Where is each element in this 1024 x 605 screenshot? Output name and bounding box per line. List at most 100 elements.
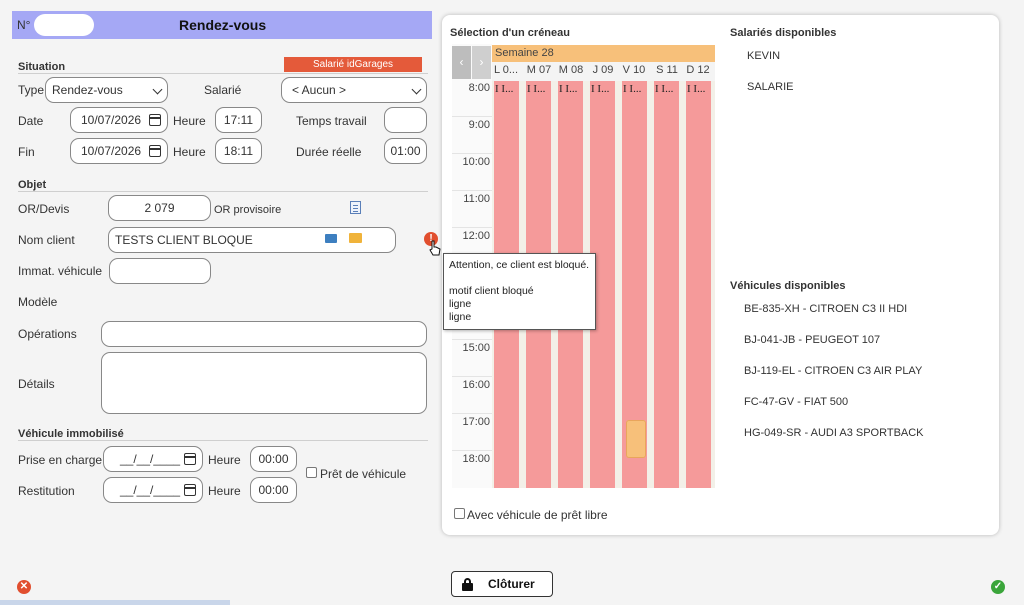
salarie-item[interactable]: SALARIE — [747, 81, 793, 93]
fin-heure-label: Heure — [173, 145, 206, 159]
tooltip-line: ligne — [449, 298, 472, 310]
document-icon[interactable] — [350, 201, 361, 214]
section-immobilise: Véhicule immobilisé — [18, 428, 124, 440]
vehicule-item[interactable]: HG-049-SR - AUDI A3 SPORTBACK — [744, 427, 924, 439]
chevron-down-icon — [152, 84, 163, 95]
number-field[interactable] — [34, 14, 94, 36]
calendar-icon[interactable] — [184, 484, 196, 496]
slot-label-tue[interactable]: I I... — [527, 82, 545, 96]
slot-label-sat[interactable]: I I... — [655, 82, 673, 96]
hour-label: 8:00 — [468, 82, 490, 94]
day-label-thu: J 09 — [592, 64, 614, 76]
calendar-title: Sélection d'un créneau — [450, 27, 570, 39]
temps-travail-label: Temps travail — [296, 114, 367, 128]
slot-label-wed[interactable]: I I... — [559, 82, 577, 96]
slot-label-mon[interactable]: I I... — [495, 82, 513, 96]
day-label-sun: D 12 — [686, 64, 710, 76]
salarie-label: Salarié — [204, 83, 242, 97]
date-time-field[interactable]: 17:11 — [215, 107, 262, 133]
operations-field[interactable] — [101, 321, 427, 347]
selected-slot[interactable] — [626, 420, 646, 458]
restitution-heure-label: Heure — [208, 484, 241, 498]
lock-icon — [462, 578, 473, 591]
section-objet: Objet — [18, 179, 47, 191]
client-folder-icon[interactable] — [349, 233, 362, 243]
hour-line — [452, 413, 492, 414]
date-field[interactable]: 10/07/2026 — [70, 107, 168, 133]
hour-line — [452, 153, 492, 154]
nom-client-label: Nom client — [18, 233, 75, 247]
immat-field[interactable] — [109, 258, 211, 284]
day-label-tue: M 07 — [526, 64, 552, 76]
duree-reelle-field[interactable]: 01:00 — [384, 138, 427, 164]
cursor-hand-icon — [429, 240, 441, 256]
vehicule-item[interactable]: BJ-041-JB - PEUGEOT 107 — [744, 334, 880, 346]
pret-vehicule-checkbox[interactable] — [306, 467, 317, 478]
salarie-item[interactable]: KEVIN — [747, 50, 780, 62]
day-column-sun[interactable] — [686, 81, 711, 488]
chevron-down-icon — [411, 84, 422, 95]
blocked-client-tooltip: Attention, ce client est bloqué. motif c… — [443, 253, 596, 330]
pret-libre-checkbox[interactable] — [454, 508, 465, 519]
client-card-icon[interactable] — [325, 234, 337, 243]
vehicule-item[interactable]: BE-835-XH - CITROEN C3 II HDI — [744, 303, 907, 315]
vehicule-item[interactable]: BJ-119-EL - CITROEN C3 AIR PLAY — [744, 365, 922, 377]
hour-line — [452, 227, 492, 228]
week-header: Semaine 28 — [492, 45, 715, 62]
hour-line — [452, 450, 492, 451]
pret-vehicule-label: Prêt de véhicule — [320, 467, 407, 481]
day-column-sat[interactable] — [654, 81, 679, 488]
next-week-button[interactable]: › — [472, 46, 491, 79]
operations-label: Opérations — [18, 327, 77, 341]
prev-week-button[interactable]: ‹ — [452, 46, 471, 79]
prise-date-field[interactable]: __/__/____ — [103, 446, 203, 472]
or-devis-label: OR/Devis — [18, 202, 70, 216]
hour-line — [452, 376, 492, 377]
hour-label: 9:00 — [468, 119, 490, 131]
fin-label: Fin — [18, 145, 35, 159]
tooltip-line: ligne — [449, 311, 472, 323]
day-label-wed: M 08 — [558, 64, 584, 76]
immat-label: Immat. véhicule — [18, 264, 103, 278]
hour-line — [452, 339, 492, 340]
fin-date-field[interactable]: 10/07/2026 — [70, 138, 168, 164]
form-title: Rendez-vous — [179, 17, 267, 33]
salarie-value: < Aucun > — [292, 83, 347, 97]
modele-label: Modèle — [18, 295, 58, 309]
day-label-fri: V 10 — [622, 64, 646, 76]
type-label: Type — [18, 83, 45, 97]
slot-label-sun[interactable]: I I... — [687, 82, 705, 96]
restitution-label: Restitution — [18, 484, 75, 498]
salarie-idgarages-badge[interactable]: Salarié idGarages — [284, 57, 422, 72]
fin-time-field[interactable]: 18:11 — [215, 138, 262, 164]
hour-label: 12:00 — [462, 230, 490, 242]
temps-travail-field[interactable] — [384, 107, 427, 133]
hour-label: 10:00 — [462, 156, 490, 168]
restitution-date-field[interactable]: __/__/____ — [103, 477, 203, 503]
check-circle-icon[interactable]: ✓ — [991, 580, 1005, 594]
vehicule-item[interactable]: FC-47-GV - FIAT 500 — [744, 396, 848, 408]
calendar-icon[interactable] — [184, 453, 196, 465]
salaries-title: Salariés disponibles — [730, 27, 837, 39]
restitution-time-field[interactable]: 00:00 — [250, 477, 297, 503]
slot-label-fri[interactable]: I I... — [623, 82, 641, 96]
details-textarea[interactable] — [101, 352, 427, 414]
hour-line — [452, 116, 492, 117]
details-label: Détails — [18, 377, 55, 391]
calendar-icon[interactable] — [149, 145, 161, 157]
section-situation: Situation — [18, 61, 66, 73]
cloturer-button[interactable]: Clôturer — [451, 571, 553, 597]
salarie-select[interactable]: < Aucun > — [281, 77, 427, 103]
type-value: Rendez-vous — [52, 83, 123, 97]
status-strip — [0, 600, 230, 605]
tooltip-line: Attention, ce client est bloqué. — [449, 259, 590, 271]
duree-reelle-label: Durée réelle — [296, 145, 362, 159]
pret-libre-label: Avec véhicule de prêt libre — [467, 508, 608, 522]
calendar-icon[interactable] — [149, 114, 161, 126]
or-devis-field[interactable]: 2 079 — [108, 195, 211, 221]
close-circle-icon[interactable]: ✕ — [17, 580, 31, 594]
or-provisoire-label: OR provisoire — [214, 204, 282, 216]
prise-time-field[interactable]: 00:00 — [250, 446, 297, 472]
slot-label-thu[interactable]: I I... — [591, 82, 609, 96]
type-select[interactable]: Rendez-vous — [45, 77, 168, 103]
